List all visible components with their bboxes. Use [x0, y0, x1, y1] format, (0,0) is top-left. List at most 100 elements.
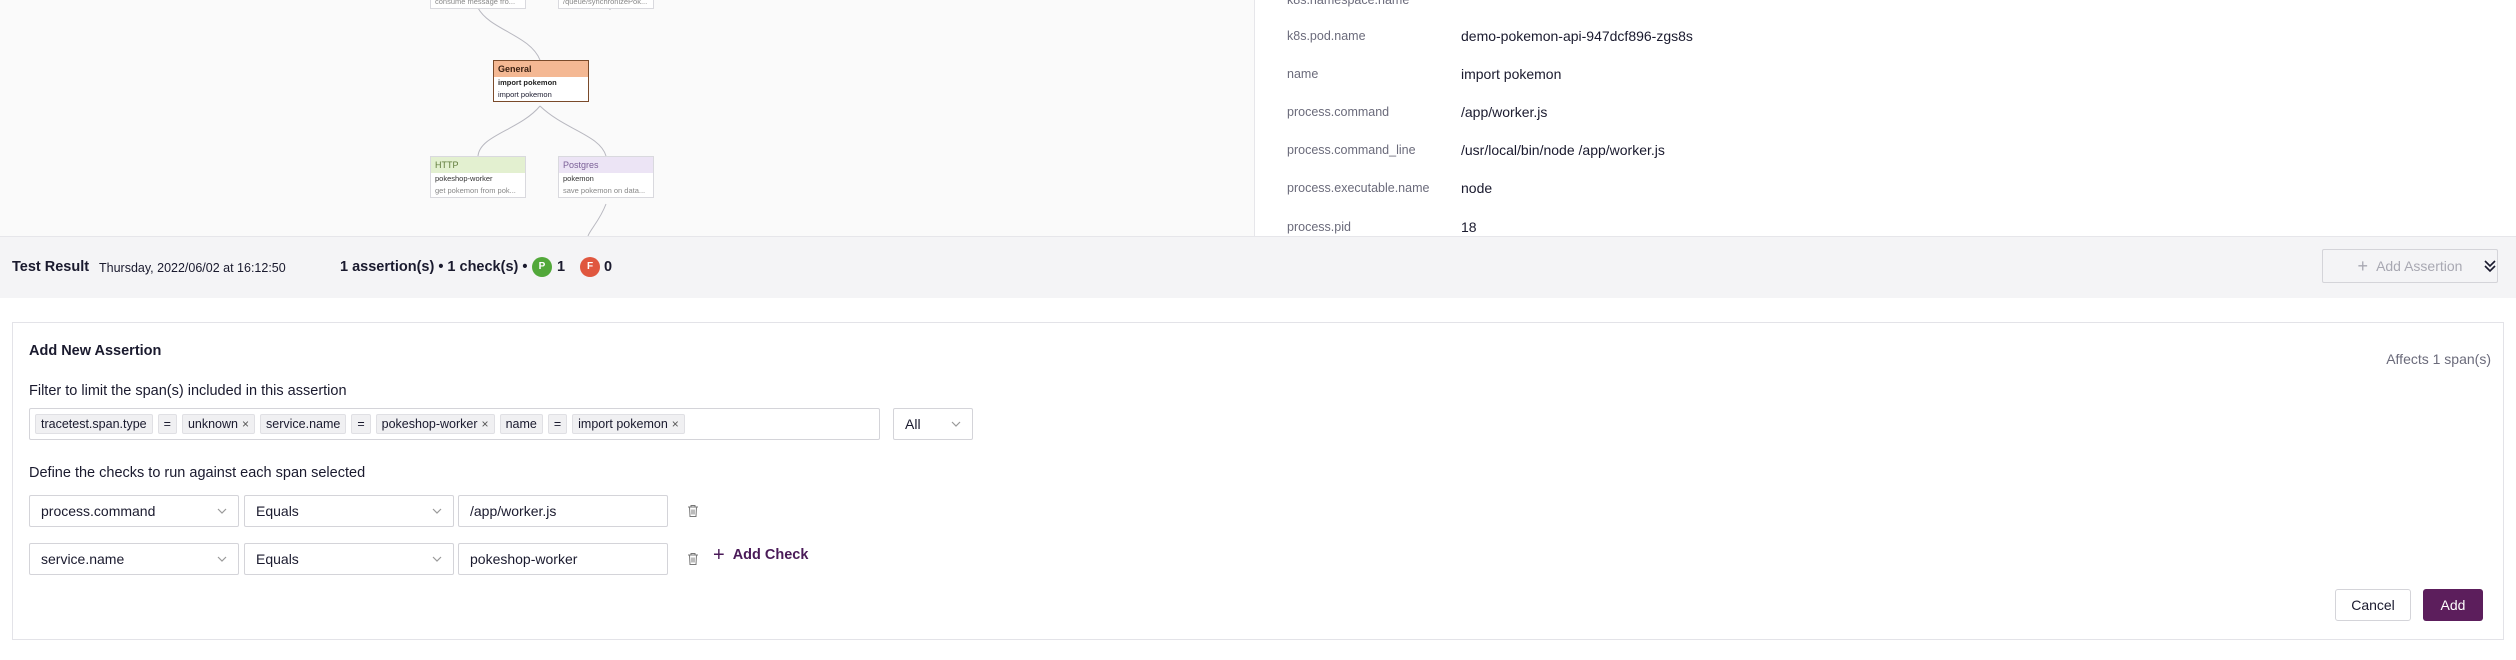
top-panel: consume message fro... /queue/synchroniz… [0, 0, 2516, 236]
check-attribute-select[interactable]: process.command [29, 495, 239, 527]
node-detail: import pokemon [498, 90, 552, 99]
check-value: pokeshop-worker [470, 551, 578, 567]
attribute-row[interactable]: k8s.pod.name demo-pokemon-api-947dcf896-… [1287, 26, 1693, 46]
filter-tag-text: name [505, 417, 537, 431]
chevron-down-icon [432, 508, 442, 514]
attribute-row[interactable]: k8s.namespace.name [1287, 0, 1461, 10]
filter-tag[interactable]: = [157, 414, 177, 434]
check-value: /app/worker.js [470, 503, 557, 519]
filter-tag-text: = [163, 417, 171, 431]
check-operator-select[interactable]: Equals [244, 495, 454, 527]
trash-icon[interactable] [686, 552, 700, 566]
trace-graph[interactable]: consume message fro... /queue/synchroniz… [0, 0, 1254, 236]
remove-tag-icon[interactable]: × [242, 417, 249, 431]
add-assertion-button[interactable]: + Add Assertion [2322, 249, 2498, 283]
filter-tag[interactable]: import pokemon × [572, 414, 685, 434]
chevron-down-icon [217, 508, 227, 514]
attribute-value: import pokemon [1461, 66, 1562, 82]
filter-tag[interactable]: unknown × [181, 414, 255, 434]
filter-tag-text: = [553, 417, 562, 431]
affected-spans-count: Affects 1 span(s) [2386, 351, 2491, 367]
check-operator-select[interactable]: Equals [244, 543, 454, 575]
node-name: pokeshop-worker [435, 174, 493, 183]
pass-badge: P [532, 257, 552, 277]
span-attributes: k8s.namespace.name k8s.pod.name demo-pok… [1255, 0, 2516, 236]
test-result-bar: Test Result Thursday, 2022/06/02 at 16:1… [0, 236, 2516, 298]
attribute-row[interactable]: process.executable.name node [1287, 178, 1492, 198]
filter-tag-text: service.name [266, 417, 341, 431]
remove-tag-icon[interactable]: × [482, 417, 489, 431]
check-value-input[interactable]: /app/worker.js [458, 495, 668, 527]
check-operator-value: Equals [256, 551, 299, 567]
attribute-value: node [1461, 180, 1493, 196]
filter-tag-text: import pokemon [578, 417, 668, 431]
node-detail: save pokemon on data... [563, 186, 646, 195]
graph-node-consume[interactable]: consume message fro... [430, 0, 526, 9]
filter-tag-text: unknown [187, 417, 238, 431]
check-attribute-select[interactable]: service.name [29, 543, 239, 575]
add-assertion-form: Add New Assertion Affects 1 span(s) Filt… [12, 322, 2504, 640]
check-value-input[interactable]: pokeshop-worker [458, 543, 668, 575]
filter-tag-text: tracetest.span.type [41, 417, 147, 431]
attribute-key: process.command [1287, 105, 1390, 119]
attribute-key: k8s.pod.name [1287, 29, 1366, 43]
test-result-date: Thursday, 2022/06/02 at 16:12:50 [99, 261, 286, 275]
graph-node-queue[interactable]: /queue/synchronizePok... [558, 0, 654, 9]
check-attribute-value: process.command [41, 503, 156, 519]
match-mode-select[interactable]: All [893, 408, 973, 440]
graph-edges [477, 7, 611, 236]
add-button[interactable]: Add [2423, 589, 2483, 621]
graph-node-postgres[interactable]: Postgres pokemon save pokemon on data... [558, 156, 654, 198]
node-detail: get pokemon from pok... [435, 186, 516, 195]
attribute-key: process.executable.name [1287, 181, 1430, 195]
add-check-button[interactable]: + Add Check [713, 545, 808, 565]
filter-tag[interactable]: = [351, 414, 371, 434]
filter-tag-text: = [357, 417, 365, 431]
attribute-key: process.command_line [1287, 143, 1416, 157]
assertion-summary: 1 assertion(s) • 1 check(s) • [340, 259, 528, 275]
attribute-value: /usr/local/bin/node /app/worker.js [1461, 142, 1665, 158]
checks-label: Define the checks to run against each sp… [29, 465, 366, 481]
chevron-down-icon [951, 421, 961, 427]
fail-badge: F [580, 257, 600, 277]
node-type-label: General [494, 61, 588, 77]
graph-node-http[interactable]: HTTP pokeshop-worker get pokemon from po… [430, 156, 526, 198]
filter-tag[interactable]: name [499, 414, 543, 434]
chevron-down-icon [432, 556, 442, 562]
attribute-value: 18 [1461, 219, 1477, 235]
node-name: pokemon [563, 174, 594, 183]
trash-icon[interactable] [686, 504, 700, 518]
attribute-value: demo-pokemon-api-947dcf896-zgs8s [1461, 28, 1693, 44]
filter-tag[interactable]: = [547, 414, 568, 434]
attribute-key: k8s.namespace.name [1287, 0, 1410, 7]
chevron-down-icon [217, 556, 227, 562]
plus-icon: + [2357, 256, 2369, 276]
check-operator-value: Equals [256, 503, 299, 519]
fail-count: 0 [604, 259, 613, 275]
filter-tag[interactable]: service.name [260, 414, 347, 434]
double-chevron-down-icon[interactable] [2480, 256, 2500, 276]
filter-tag-text: pokeshop-worker [381, 417, 478, 431]
match-mode-value: All [905, 416, 921, 432]
check-attribute-value: service.name [41, 551, 125, 567]
graph-node-general[interactable]: General import pokemon import pokemon [493, 60, 589, 102]
node-type-label: HTTP [431, 157, 525, 173]
node-detail: /queue/synchronizePok... [563, 0, 648, 6]
node-name: import pokemon [498, 78, 557, 87]
attribute-row[interactable]: process.command_line /usr/local/bin/node… [1287, 140, 1665, 160]
node-type-label: Postgres [559, 157, 653, 173]
cancel-button[interactable]: Cancel [2335, 589, 2411, 621]
filter-label: Filter to limit the span(s) included in … [29, 383, 347, 399]
attribute-row[interactable]: process.command /app/worker.js [1287, 102, 1547, 122]
attribute-key: name [1287, 67, 1319, 81]
filter-tag[interactable]: pokeshop-worker × [375, 414, 495, 434]
span-filter-input[interactable]: tracetest.span.type = unknown × service.n… [29, 408, 880, 440]
add-assertion-label: Add Assertion [2376, 258, 2463, 274]
add-check-label: Add Check [732, 547, 809, 563]
attribute-value: /app/worker.js [1461, 104, 1548, 120]
attribute-row[interactable]: process.pid 18 [1287, 217, 1477, 236]
attribute-row[interactable]: name import pokemon [1287, 64, 1561, 84]
remove-tag-icon[interactable]: × [672, 417, 679, 431]
pass-count: 1 [557, 259, 566, 275]
filter-tag[interactable]: tracetest.span.type [35, 414, 153, 434]
